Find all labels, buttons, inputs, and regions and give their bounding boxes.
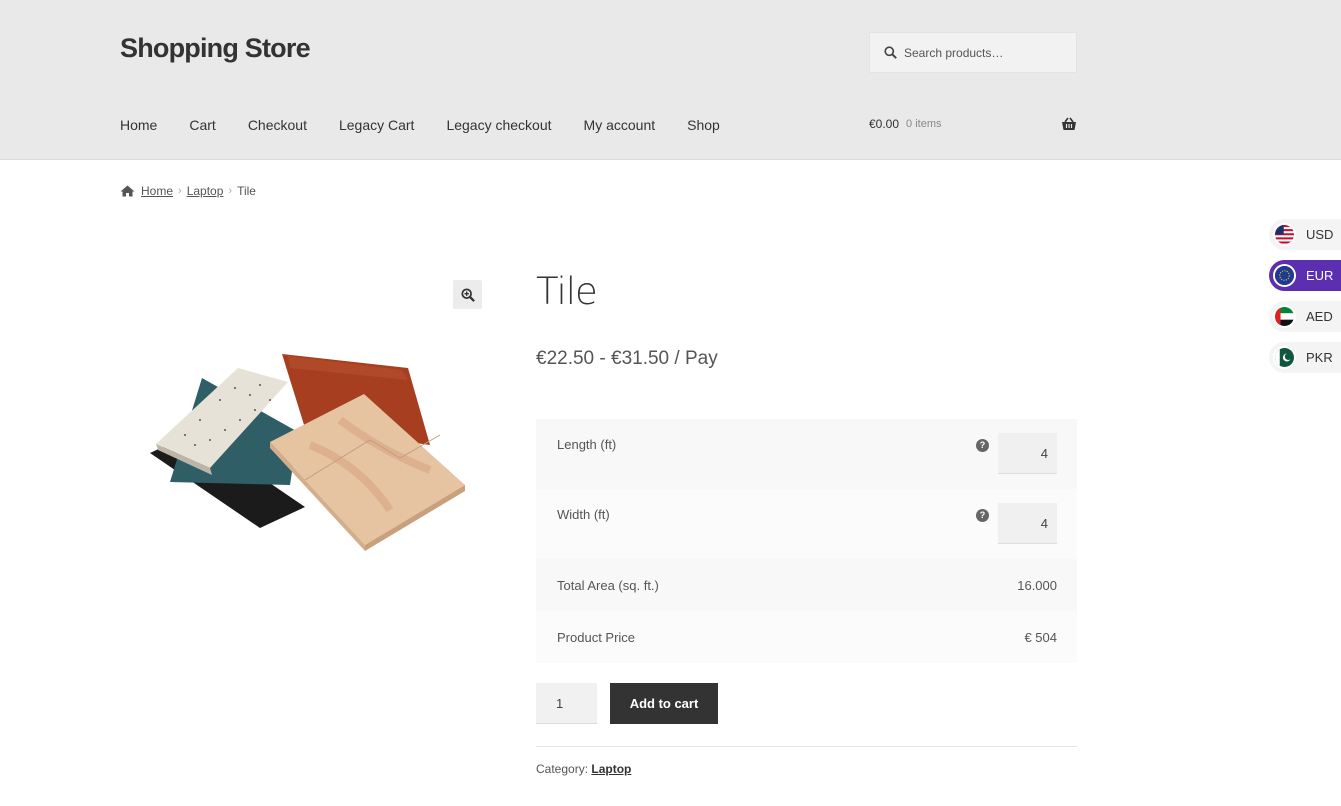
width-input[interactable] [998, 503, 1057, 544]
breadcrumb-separator: › [228, 185, 233, 197]
currency-code: AED [1306, 309, 1333, 324]
product-price-value: € 504 [1024, 629, 1057, 645]
currency-code: PKR [1306, 350, 1333, 365]
divider [536, 746, 1077, 747]
length-row: Length (ft) ? [536, 419, 1077, 489]
total-area-value: 16.000 [1017, 577, 1057, 593]
currency-usd[interactable]: USD [1269, 219, 1341, 250]
nav-cart[interactable]: Cart [189, 117, 215, 133]
nav-checkout[interactable]: Checkout [248, 117, 307, 133]
uae-flag-icon [1273, 305, 1296, 328]
total-area-label: Total Area (sq. ft.) [557, 577, 659, 593]
us-flag-icon [1273, 223, 1296, 246]
currency-pkr[interactable]: PKR [1269, 342, 1341, 373]
help-icon[interactable]: ? [976, 509, 989, 522]
home-icon [120, 185, 135, 197]
site-title[interactable]: Shopping Store [120, 33, 311, 64]
cart-item-count: 0 items [906, 118, 942, 130]
primary-nav: Home Cart Checkout Legacy Cart Legacy ch… [120, 117, 752, 133]
category-label: Category: [536, 762, 589, 776]
pakistan-flag-icon [1273, 346, 1296, 369]
basket-icon[interactable] [1061, 117, 1077, 131]
nav-legacy-checkout[interactable]: Legacy checkout [446, 117, 551, 133]
add-to-cart-button[interactable]: Add to cart [610, 683, 718, 724]
total-area-row: Total Area (sq. ft.) 16.000 [536, 559, 1077, 611]
zoom-in-icon [460, 287, 475, 302]
site-header: Shopping Store Home Cart Checkout Legacy… [0, 0, 1341, 160]
length-label: Length (ft) [557, 437, 617, 452]
breadcrumb-category[interactable]: Laptop [187, 184, 224, 198]
product-meta: Category: Laptop [536, 762, 631, 776]
width-label: Width (ft) [557, 507, 610, 522]
mini-cart[interactable]: €0.00 0 items [869, 117, 1077, 131]
currency-eur[interactable]: EUR [1269, 260, 1341, 291]
length-input[interactable] [998, 433, 1057, 474]
search-box[interactable] [869, 32, 1077, 73]
product-image[interactable] [140, 340, 480, 555]
eu-flag-icon [1273, 264, 1296, 287]
product-price-label: Product Price [557, 629, 636, 645]
nav-home[interactable]: Home [120, 117, 157, 133]
currency-code: EUR [1306, 268, 1334, 283]
category-link[interactable]: Laptop [591, 762, 631, 776]
help-icon[interactable]: ? [976, 439, 989, 452]
search-icon [884, 46, 897, 59]
product-title: Tile [536, 270, 598, 313]
breadcrumb: Home › Laptop › Tile [120, 184, 256, 198]
product-price-row: Product Price € 504 [536, 611, 1077, 663]
product-price: €22.50 - €31.50 / Pay [536, 348, 718, 369]
zoom-button[interactable] [453, 280, 482, 309]
currency-aed[interactable]: AED [1269, 301, 1341, 332]
nav-legacy-cart[interactable]: Legacy Cart [339, 117, 414, 133]
breadcrumb-separator: › [178, 185, 182, 197]
quantity-input[interactable] [536, 683, 597, 724]
nav-my-account[interactable]: My account [584, 117, 656, 133]
breadcrumb-current: Tile [237, 184, 256, 198]
nav-shop[interactable]: Shop [687, 117, 720, 133]
breadcrumb-home[interactable]: Home [141, 184, 173, 198]
measurement-calculator: Length (ft) ? Width (ft) ? Total Area (s… [536, 419, 1077, 663]
cart-amount: €0.00 [869, 117, 900, 131]
search-input[interactable] [904, 45, 1064, 60]
width-row: Width (ft) ? [536, 489, 1077, 559]
currency-code: USD [1306, 227, 1334, 242]
